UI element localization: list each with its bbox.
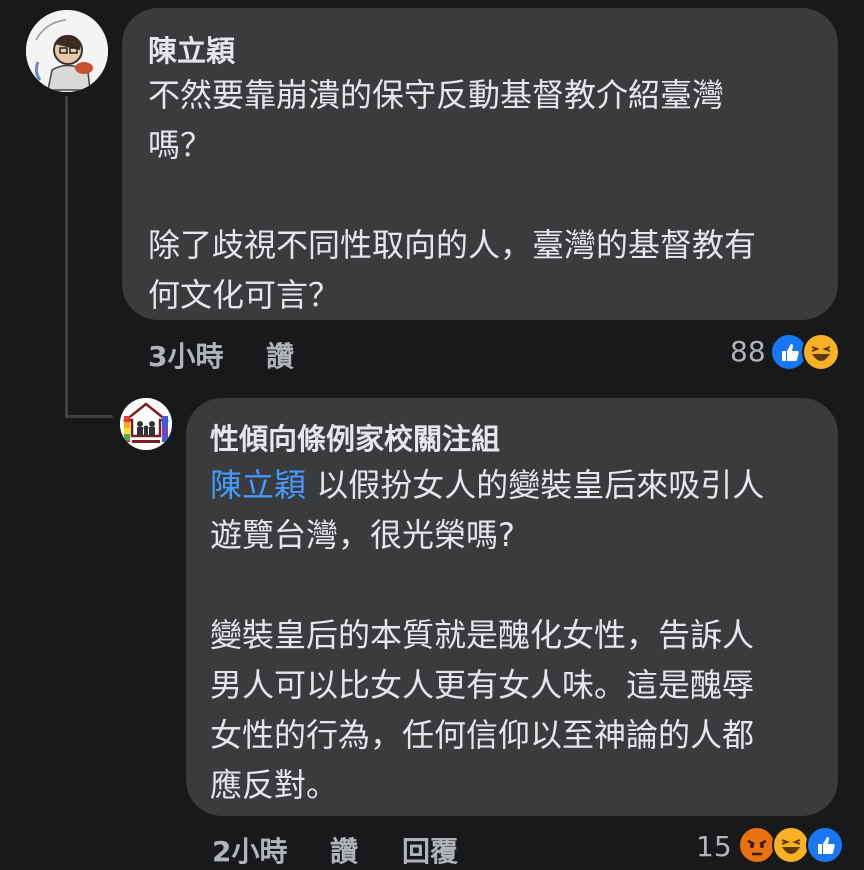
reply-button[interactable]: 回覆 <box>402 830 458 870</box>
comment-line: 不然要靠崩潰的保守反動基督教介紹臺灣 <box>148 76 725 114</box>
like-button[interactable]: 讚 <box>330 830 358 870</box>
like-icon <box>806 826 844 864</box>
angry-icon <box>738 826 776 864</box>
comment-timestamp[interactable]: 2小時 <box>212 830 287 870</box>
comment-line: 何文化可言？ <box>148 276 341 314</box>
comment-line: 除了歧視不同性取向的人，臺灣的基督教有 <box>148 226 757 264</box>
comment-line: 嗎？ <box>148 126 213 164</box>
cartoon-avatar-icon <box>26 10 108 92</box>
mention-link[interactable]: 陳立穎 <box>210 466 306 504</box>
comment-line: 女性的行為，任何信仰以至神論的人都 <box>210 716 755 754</box>
like-button[interactable]: 讚 <box>266 335 294 375</box>
avatar[interactable] <box>26 10 108 92</box>
comment-author[interactable]: 性傾向條例家校關注組 <box>210 416 500 458</box>
comment-line: 陳立穎 以假扮女人的變裝皇后來吸引人 <box>210 466 765 504</box>
comment-line: 遊覽台灣，很光榮嗎? <box>210 516 515 554</box>
organization-logo-icon <box>120 398 172 450</box>
haha-icon <box>802 333 840 371</box>
comment-line: 男人可以比女人更有女人味。這是醜辱 <box>210 666 755 704</box>
comment-text: 陳立穎 以假扮女人的變裝皇后來吸引人 遊覽台灣，很光榮嗎? 變裝皇后的本質就是醜… <box>210 460 820 810</box>
comment-author[interactable]: 陳立穎 <box>148 28 235 70</box>
haha-icon <box>772 826 810 864</box>
reaction-count[interactable]: 15 <box>696 830 732 863</box>
comment-line: 變裝皇后的本質就是醜化女性，告訴人 <box>210 616 755 654</box>
comment-bubble: 陳立穎 不然要靠崩潰的保守反動基督教介紹臺灣 嗎？ 除了歧視不同性取向的人，臺灣… <box>122 8 838 320</box>
reaction-count[interactable]: 88 <box>730 335 766 368</box>
avatar[interactable] <box>120 398 172 450</box>
comment-timestamp[interactable]: 3小時 <box>148 335 223 375</box>
thread-connector-branch <box>65 415 113 418</box>
comment-bubble: 性傾向條例家校關注組 陳立穎 以假扮女人的變裝皇后來吸引人 遊覽台灣，很光榮嗎?… <box>186 398 838 816</box>
thread-connector-line <box>65 96 68 418</box>
comment-text: 不然要靠崩潰的保守反動基督教介紹臺灣 嗎？ 除了歧視不同性取向的人，臺灣的基督教… <box>148 70 818 320</box>
comment-line: 應反對。 <box>210 766 339 804</box>
